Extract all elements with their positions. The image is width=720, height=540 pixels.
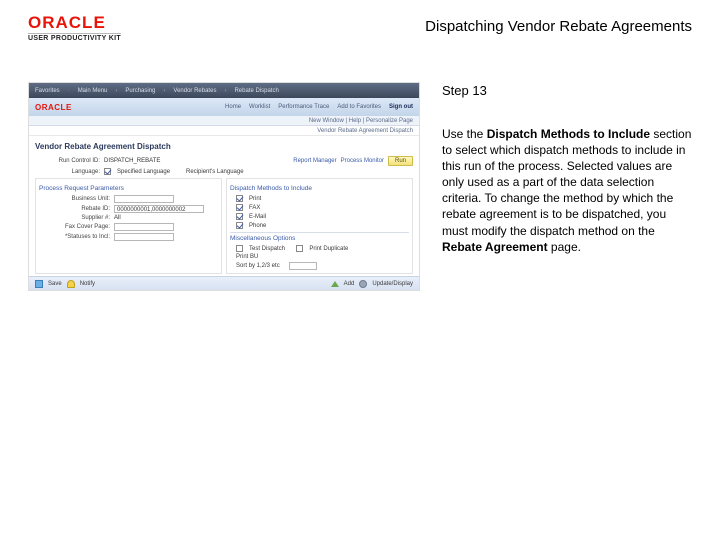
shot-runcontrol-row: Run Control ID: DISPATCH_REBATE Report M… <box>29 155 419 167</box>
notify-button[interactable]: Notify <box>80 281 95 287</box>
instruction-panel: Step 13 Use the Dispatch Methods to Incl… <box>442 82 692 291</box>
col-dispatch-methods: Dispatch Methods to Include Print FAX E-… <box>226 178 413 274</box>
checkbox-label: Print <box>249 196 261 202</box>
instr-bold: Dispatch Methods to Include <box>487 127 650 141</box>
sortby-input[interactable] <box>289 262 317 270</box>
save-icon <box>35 280 43 288</box>
runcontrol-label: Run Control ID: <box>35 158 100 164</box>
fax-cover-input[interactable] <box>114 223 174 231</box>
instruction-text: Use the Dispatch Methods to Include sect… <box>442 126 692 256</box>
field-label: Fax Cover Page: <box>45 224 110 230</box>
runcontrol-value: DISPATCH_REBATE <box>104 158 160 164</box>
business-unit-input[interactable] <box>114 195 174 203</box>
update-icon <box>359 280 367 288</box>
crumb-item: Rebate Dispatch <box>234 88 278 94</box>
language-label: Language: <box>35 169 100 175</box>
field-label: Supplier #: <box>45 215 110 221</box>
step-label: Step 13 <box>442 82 692 100</box>
col-title: Miscellaneous Options <box>230 232 409 244</box>
field-label: Sort by 1,2/3 etc <box>236 263 280 269</box>
checkbox-test-dispatch[interactable] <box>236 245 243 252</box>
run-button[interactable]: Run <box>388 156 413 166</box>
instr-bold: Rebate Agreement <box>442 240 548 254</box>
crumb-item: Favorites <box>35 88 60 94</box>
page-title: Dispatching Vendor Rebate Agreements <box>425 18 692 35</box>
shot-footer: Save Notify Add Update/Display <box>29 276 419 290</box>
shot-breadcrumb-bar: Favorites· Main Menu› Purchasing› Vendor… <box>29 83 419 98</box>
checkbox-label: Test Dispatch <box>249 246 285 252</box>
checkbox-label: E-Mail <box>249 214 266 220</box>
col-title: Dispatch Methods to Include <box>230 183 409 194</box>
checkbox-label: FAX <box>249 205 260 211</box>
checkbox-email[interactable] <box>236 213 243 220</box>
shot-page-crumb: Vendor Rebate Agreement Dispatch <box>29 126 419 136</box>
save-button[interactable]: Save <box>48 281 62 287</box>
shot-tab[interactable]: Performance Trace <box>278 104 329 110</box>
shot-utility-links[interactable]: New Window | Help | Personalize Page <box>29 116 419 126</box>
update-display-button[interactable]: Update/Display <box>372 281 413 287</box>
shot-tab[interactable]: Add to Favorites <box>337 104 381 110</box>
checkbox-label: Print BU <box>236 254 258 260</box>
shot-tab[interactable]: Home <box>225 104 241 110</box>
shot-language-row: Language: Specified Language Recipient's… <box>29 167 419 176</box>
add-button[interactable]: Add <box>344 281 355 287</box>
col-process-request: Process Request Parameters Business Unit… <box>35 178 222 274</box>
brand-word: ORACLE <box>28 14 121 31</box>
crumb-item: Vendor Rebates <box>173 88 216 94</box>
checkbox-label: Print Duplicate <box>309 246 348 252</box>
checkbox-print[interactable] <box>236 195 243 202</box>
brand-logo: ORACLE USER PRODUCTIVITY KIT <box>28 14 121 42</box>
col-title: Process Request Parameters <box>39 183 218 194</box>
shot-tab[interactable]: Worklist <box>249 104 270 110</box>
crumb-item: Main Menu <box>78 88 108 94</box>
shot-page-title: Vendor Rebate Agreement Dispatch <box>29 136 419 155</box>
instr-text: page. <box>548 240 581 254</box>
report-manager-link[interactable]: Report Manager <box>293 158 336 164</box>
shot-tab[interactable]: Sign out <box>389 104 413 110</box>
rebate-id-input[interactable]: 0000000001,0000000002 <box>114 205 204 213</box>
instr-text: section to select which dispatch methods… <box>442 127 691 238</box>
statuses-input[interactable] <box>114 233 174 241</box>
lang-recipient-text: Recipient's Language <box>186 169 244 175</box>
brand-subtitle: USER PRODUCTIVITY KIT <box>28 33 121 42</box>
checkbox-phone[interactable] <box>236 222 243 229</box>
supplier-value: All <box>114 215 121 221</box>
field-label: *Statuses to Incl: <box>45 234 110 240</box>
radio-specified-language[interactable] <box>104 168 111 175</box>
checkbox-label: Phone <box>249 223 266 229</box>
add-icon <box>331 281 339 287</box>
crumb-item: Purchasing <box>125 88 155 94</box>
shot-header-bar: ORACLE Home Worklist Performance Trace A… <box>29 98 419 116</box>
notify-icon <box>67 280 75 288</box>
lang-option-text: Specified Language <box>117 169 170 175</box>
field-label: Rebate ID: <box>45 206 110 212</box>
shot-columns: Process Request Parameters Business Unit… <box>29 176 419 276</box>
checkbox-print-duplicate[interactable] <box>296 245 303 252</box>
field-label: Business Unit: <box>45 196 110 202</box>
app-screenshot: Favorites· Main Menu› Purchasing› Vendor… <box>28 82 420 291</box>
screenshot-panel: Favorites· Main Menu› Purchasing› Vendor… <box>28 82 420 291</box>
instr-text: Use the <box>442 127 487 141</box>
process-monitor-link[interactable]: Process Monitor <box>341 158 384 164</box>
shot-brand-mini: ORACLE <box>35 103 72 112</box>
checkbox-fax[interactable] <box>236 204 243 211</box>
